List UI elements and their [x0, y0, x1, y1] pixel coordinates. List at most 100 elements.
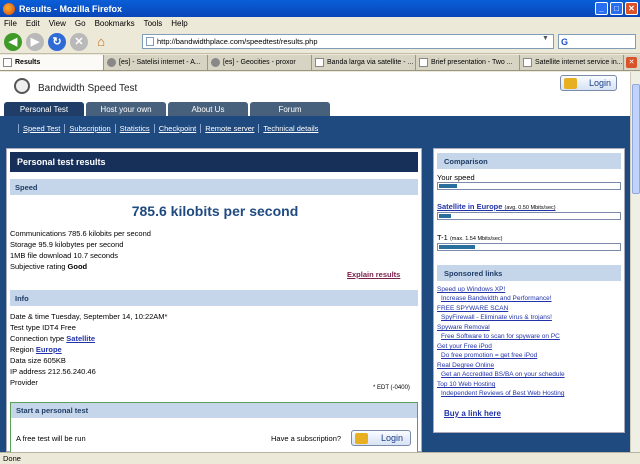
- start-test-text: A free test will be run: [16, 434, 86, 443]
- subnav-subscription[interactable]: Subscription: [64, 123, 114, 133]
- main-body: Personal test results Speed 785.6 kilobi…: [0, 140, 630, 452]
- tab-forum[interactable]: Forum: [250, 102, 330, 116]
- bar-fill: [439, 245, 475, 249]
- start-test-box: Start a personal test A free test will b…: [10, 402, 418, 452]
- info-row: Test type IDT4 Free: [10, 323, 76, 332]
- window-titlebar: Results - Mozilla Firefox _ □ ✕: [0, 0, 640, 17]
- tab-about-us[interactable]: About Us: [168, 102, 248, 116]
- key-icon: [355, 433, 368, 444]
- stop-icon[interactable]: ✕: [70, 32, 88, 51]
- comparison-bar: [437, 243, 621, 251]
- info-row: Date & time Tuesday, September 14, 10:22…: [10, 312, 168, 321]
- ad-description[interactable]: Do free promotion = get free iPod: [441, 352, 537, 359]
- menu-tools[interactable]: Tools: [144, 19, 163, 28]
- globe-icon: [107, 58, 116, 67]
- browser-tab[interactable]: [es] - Geocities - proxor: [208, 55, 312, 70]
- menu-bar: File Edit View Go Bookmarks Tools Help: [0, 17, 640, 29]
- ad-description[interactable]: Increase Bandwidth and Performance!: [441, 295, 552, 302]
- page-icon: [523, 58, 532, 67]
- browser-tab[interactable]: [es] - Satelisi internet - A...: [104, 55, 208, 70]
- url-text: http://bandwidthplace.com/speedtest/resu…: [157, 37, 318, 46]
- browser-tab-bar: Results [es] - Satelisi internet - A... …: [0, 55, 640, 71]
- speed-value: 785.6 kilobits per second: [131, 203, 299, 219]
- browser-tab[interactable]: Results: [0, 55, 104, 70]
- ad-title-link[interactable]: FREE SPYWARE SCAN: [437, 305, 508, 312]
- tab-host-your-own[interactable]: Host your own: [86, 102, 166, 116]
- forward-arrow-icon[interactable]: ▶: [26, 32, 44, 51]
- ad-title-link[interactable]: Speed up Windows XP!: [437, 286, 505, 293]
- site-nav: Personal Test Host your own About Us For…: [0, 102, 630, 116]
- page-icon: [315, 58, 324, 67]
- sub-navigation: Speed Test Subscription Statistics Check…: [0, 116, 630, 140]
- timezone-note: * EDT (-0400): [373, 385, 410, 391]
- url-bar[interactable]: http://bandwidthplace.com/speedtest/resu…: [142, 34, 554, 49]
- reload-icon[interactable]: ↻: [48, 32, 66, 51]
- login-button[interactable]: Login: [560, 75, 617, 91]
- ad-description[interactable]: Independent Reviews of Best Web Hosting: [441, 390, 564, 397]
- speed-row: 1MB file download 10.7 seconds: [10, 251, 119, 260]
- speed-section-heading: Speed: [10, 179, 418, 195]
- minimize-button[interactable]: _: [595, 2, 608, 15]
- comparison-label: Your speed: [437, 173, 475, 182]
- info-row: IP address 212.56.240.46: [10, 367, 96, 376]
- search-box[interactable]: G: [558, 34, 636, 49]
- key-icon: [564, 78, 577, 89]
- url-dropdown-icon[interactable]: ▼: [542, 35, 553, 48]
- ad-title-link[interactable]: Real Degree Online: [437, 362, 494, 369]
- site-title: Bandwidth Speed Test: [38, 83, 138, 94]
- comparison-label: T-1 (max. 1.54 Mbits/sec): [437, 233, 503, 242]
- menu-view[interactable]: View: [49, 19, 66, 28]
- buy-link[interactable]: Buy a link here: [444, 409, 501, 418]
- ad-title-link[interactable]: Get your Free iPod: [437, 343, 492, 350]
- login-button[interactable]: Login: [351, 430, 411, 446]
- sponsored-heading: Sponsored links: [437, 265, 621, 281]
- subnav-checkpoint[interactable]: Checkpoint: [153, 123, 201, 133]
- speed-row: Storage 95.9 kilobytes per second: [10, 240, 124, 249]
- navigation-toolbar: ◀ ▶ ↻ ✕ ⌂ http://bandwidthplace.com/spee…: [0, 30, 640, 54]
- comparison-bar: [437, 182, 621, 190]
- connection-type-link[interactable]: Satellite: [66, 334, 95, 343]
- ad-title-link[interactable]: Spyware Removal: [437, 324, 490, 331]
- back-arrow-icon[interactable]: ◀: [4, 32, 22, 51]
- menu-edit[interactable]: Edit: [26, 19, 40, 28]
- ad-description[interactable]: SpyFirewall - Eliminate virus & trojans!: [441, 314, 552, 321]
- explain-results-link[interactable]: Explain results: [347, 270, 400, 279]
- close-tab-icon[interactable]: ✕: [626, 57, 637, 68]
- comparison-bar: [437, 212, 621, 220]
- menu-file[interactable]: File: [4, 19, 17, 28]
- site-header: Bandwidth Speed Test Login: [0, 72, 630, 100]
- info-row: Connection type Satellite: [10, 334, 96, 343]
- browser-tab[interactable]: Satellite internet service in...: [520, 55, 624, 70]
- home-icon[interactable]: ⌂: [92, 33, 110, 51]
- subnav-speed-test[interactable]: Speed Test: [18, 123, 64, 133]
- satellite-europe-link[interactable]: Satellite in Europe (avg. 0.50 Mbits/sec…: [437, 202, 556, 211]
- info-row: Provider: [10, 378, 38, 387]
- browser-tab[interactable]: Brief presentation - Two ...: [416, 55, 520, 70]
- scrollbar-thumb[interactable]: [632, 84, 640, 194]
- ad-description[interactable]: Free Software to scan for spyware on PC: [441, 333, 560, 340]
- firefox-icon: [3, 2, 15, 15]
- menu-go[interactable]: Go: [75, 19, 86, 28]
- subnav-remote-server[interactable]: Remote server: [200, 123, 258, 133]
- ad-title-link[interactable]: Top 10 Web Hosting: [437, 381, 495, 388]
- start-test-heading: Start a personal test: [11, 403, 417, 418]
- have-subscription-text: Have a subscription?: [271, 434, 342, 443]
- subnav-statistics[interactable]: Statistics: [114, 123, 154, 133]
- vertical-scrollbar[interactable]: [630, 72, 640, 452]
- ad-description[interactable]: Get an Accredited BS/BA on your schedule: [441, 371, 565, 378]
- bar-fill: [439, 184, 457, 188]
- browser-tab[interactable]: Banda larga via satellite - ...: [312, 55, 416, 70]
- window-title: Results - Mozilla Firefox: [19, 3, 123, 14]
- maximize-button[interactable]: □: [610, 2, 623, 15]
- speed-row: Subjective rating Good: [10, 262, 88, 271]
- menu-help[interactable]: Help: [171, 19, 187, 28]
- subnav-technical-details[interactable]: Technical details: [258, 123, 322, 133]
- results-panel-title: Personal test results: [10, 152, 418, 172]
- menu-bookmarks[interactable]: Bookmarks: [95, 19, 135, 28]
- comparison-heading: Comparison: [437, 153, 621, 169]
- close-window-button[interactable]: ✕: [625, 2, 638, 15]
- tab-personal-test[interactable]: Personal Test: [4, 102, 84, 116]
- status-bar: Done: [0, 452, 640, 464]
- comparison-panel: Comparison Your speed Satellite in Europ…: [433, 148, 625, 433]
- region-link[interactable]: Europe: [36, 345, 62, 354]
